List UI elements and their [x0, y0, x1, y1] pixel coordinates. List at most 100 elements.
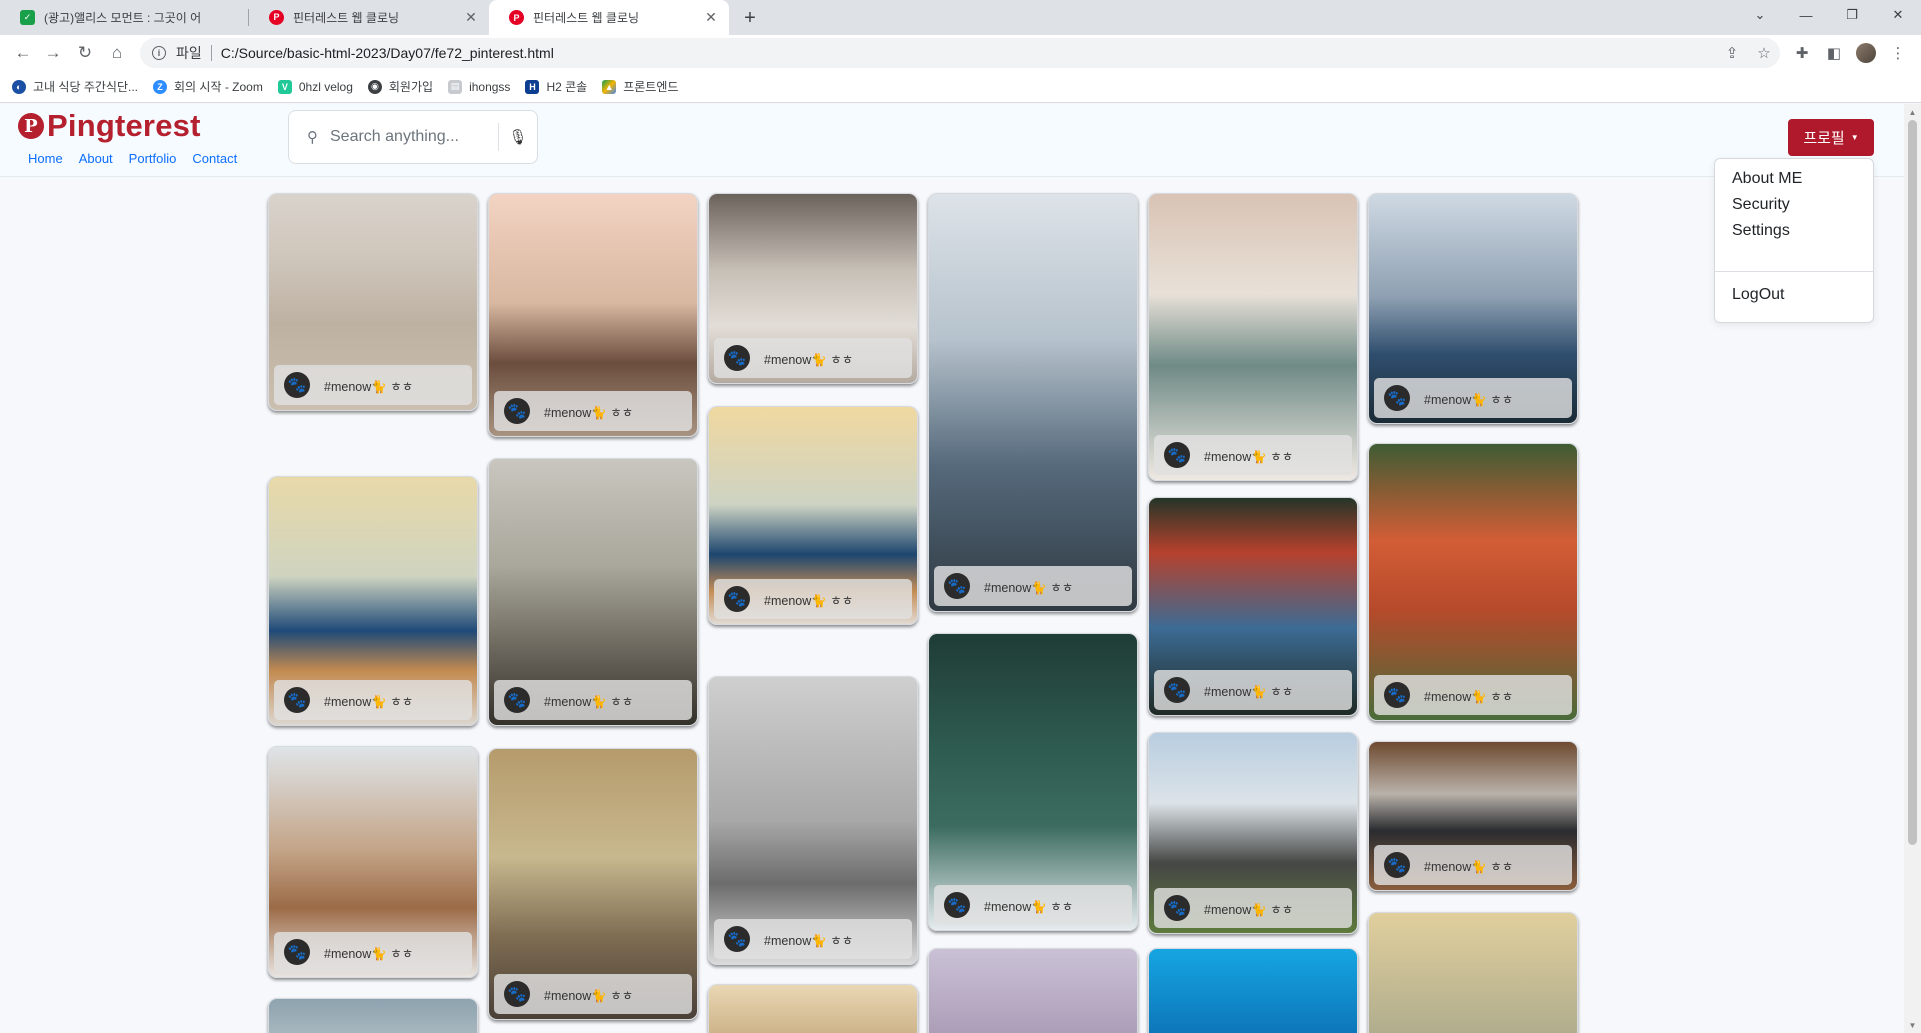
bookmark-label: 프론트엔드 [623, 80, 679, 94]
avatar[interactable] [1853, 38, 1879, 68]
nav-home[interactable]: Home [28, 151, 63, 166]
pin-tag: #menow🐈 ㅎㅎ [544, 405, 634, 420]
browser-tab-2[interactable]: P 핀터레스트 웹 클로닝 ✕ [249, 0, 489, 34]
address-bar[interactable]: i 파일 C:/Source/basic-html-2023/Day07/fe7… [140, 38, 1780, 68]
scroll-up-arrow-icon[interactable]: ▲ [1904, 104, 1921, 120]
pin-card[interactable]: 🐾 #menow🐈 ㅎㅎ [1368, 193, 1578, 424]
pin-card[interactable]: 🐾 #menow🐈 ㅎㅎ [1368, 443, 1578, 721]
paw-icon: 🐾 [504, 398, 530, 424]
web-page: P Pingterest Home About Portfolio Contac… [0, 104, 1904, 1033]
paw-icon: 🐾 [724, 345, 750, 371]
back-arrow-icon[interactable]: ← [10, 40, 36, 66]
extensions-icon[interactable]: ✚ [1789, 38, 1815, 68]
logo-text: Pingterest [47, 108, 201, 143]
tab-title: (광고)앨리스 모먼트 : 그곳이 어 [44, 10, 202, 25]
pin-card[interactable]: 🐾 #menow🐈 ㅎㅎ [1148, 497, 1358, 716]
nav-about[interactable]: About [79, 151, 113, 166]
dropdown-item-security[interactable]: Security [1732, 196, 1790, 214]
pinterest-icon: P [269, 9, 284, 25]
address-divider [210, 45, 212, 61]
site-header: P Pingterest Home About Portfolio Contac… [0, 104, 1904, 177]
dropdown-item-about-me[interactable]: About ME [1732, 170, 1802, 188]
paw-icon: 🐾 [284, 939, 310, 965]
address-url[interactable]: C:/Source/basic-html-2023/Day07/fe72_pin… [221, 45, 554, 61]
pin-card[interactable]: 🐾 #menow🐈 ㅎㅎ [708, 676, 918, 965]
forward-arrow-icon[interactable]: → [40, 40, 66, 66]
bookmark-item[interactable]: V 0hzl velog [277, 79, 353, 94]
bookmark-item[interactable]: ▲ 프론트엔드 [602, 78, 678, 95]
pin-card[interactable] [268, 998, 478, 1033]
dropdown-item-settings[interactable]: Settings [1732, 222, 1790, 240]
star-icon[interactable]: ☆ [1751, 38, 1777, 68]
pin-card[interactable]: 🐾 #menow🐈 ㅎㅎ [268, 476, 478, 726]
shopping-bag-icon: ✓ [20, 9, 35, 25]
pin-card[interactable]: 🐾 #menow🐈 ㅎㅎ [928, 193, 1138, 612]
dropdown-item-logout[interactable]: LogOut [1732, 286, 1784, 304]
info-icon[interactable]: i [152, 46, 166, 60]
pin-card[interactable]: 🐾 #menow🐈 ㅎㅎ [268, 746, 478, 978]
nav-portfolio[interactable]: Portfolio [129, 151, 177, 166]
pin-card[interactable]: 🐾 #menow🐈 ㅎㅎ [488, 748, 698, 1020]
zoom-icon: Z [153, 79, 167, 94]
pin-tag: #menow🐈 ㅎㅎ [984, 899, 1074, 914]
pin-tag: #menow🐈 ㅎㅎ [1424, 392, 1514, 407]
paw-icon: 🐾 [944, 892, 970, 918]
reload-icon[interactable]: ↻ [72, 40, 98, 66]
browser-tab-3-active[interactable]: P 핀터레스트 웹 클로닝 ✕ [489, 0, 729, 35]
pin-tag: #menow🐈 ㅎㅎ [324, 379, 414, 394]
bookmark-item[interactable]: ▤ ihongss [448, 79, 510, 94]
pin-card[interactable]: 🐾 #menow🐈 ㅎㅎ [488, 458, 698, 726]
paw-icon: 🐾 [1384, 385, 1410, 411]
home-icon[interactable]: ⌂ [104, 40, 130, 66]
search-box[interactable]: ⚲ Search anything... 🎙 [288, 110, 538, 164]
new-tab-button[interactable]: + [737, 5, 763, 31]
pin-card[interactable]: 🐾 #menow🐈 ㅎㅎ [1148, 732, 1358, 934]
kebab-menu-icon[interactable]: ⋮ [1885, 38, 1911, 68]
site-logo[interactable]: P Pingterest [18, 108, 201, 144]
profile-dropdown-button[interactable]: 프로필 ▼ [1788, 119, 1874, 156]
paw-icon: 🐾 [284, 687, 310, 713]
page-scrollbar[interactable]: ▲ ▼ [1904, 104, 1921, 1033]
h2-icon: H [525, 79, 540, 94]
scrollbar-thumb[interactable] [1908, 120, 1917, 845]
paw-icon: 🐾 [1384, 682, 1410, 708]
window-close-button[interactable]: ✕ [1875, 0, 1921, 30]
chevron-down-icon[interactable]: ⌄ [1737, 0, 1783, 30]
search-input[interactable]: Search anything... [330, 128, 498, 146]
pin-tag: #menow🐈 ㅎㅎ [1204, 684, 1294, 699]
pin-card[interactable]: 🐾 #menow🐈 ㅎㅎ [708, 193, 918, 384]
microphone-icon[interactable]: 🎙 [499, 128, 537, 146]
close-icon[interactable]: ✕ [463, 9, 479, 25]
side-panel-icon[interactable]: ◧ [1821, 38, 1847, 68]
tab-title: 핀터레스트 웹 클로닝 [533, 11, 640, 25]
pin-card[interactable]: 🐾 #menow🐈 ㅎㅎ [928, 633, 1138, 931]
pin-card[interactable] [708, 984, 918, 1033]
close-icon[interactable]: ✕ [703, 9, 719, 26]
search-icon: ⚲ [307, 129, 318, 146]
pin-card[interactable]: 🐾 #menow🐈 ㅎㅎ [708, 406, 918, 625]
pin-card[interactable]: 🐾 #menow🐈 ㅎㅎ [1368, 741, 1578, 891]
pin-card[interactable] [1368, 912, 1578, 1033]
pin-card[interactable]: 🐾 #menow🐈 ㅎㅎ [268, 193, 478, 411]
pin-card[interactable]: 🐾 #menow🐈 ㅎㅎ [1148, 193, 1358, 481]
pin-tag: #menow🐈 ㅎㅎ [1424, 689, 1514, 704]
share-icon[interactable]: ⇪ [1719, 38, 1745, 68]
bookmark-item[interactable]: H H2 콘솔 [525, 78, 587, 95]
pin-card[interactable]: 🐾 #menow🐈 ㅎㅎ [488, 193, 698, 437]
tab-title: 핀터레스트 웹 클로닝 [293, 10, 400, 25]
minimize-button[interactable]: — [1783, 0, 1829, 30]
bookmark-item[interactable]: ◐ 고내 식당 주간식단... [12, 78, 138, 95]
bookmark-label: 0hzl velog [298, 79, 353, 94]
paw-icon: 🐾 [504, 981, 530, 1007]
site-nav: Home About Portfolio Contact [28, 151, 237, 166]
bookmark-item[interactable]: Z 회의 시작 - Zoom [153, 78, 263, 95]
browser-tab-1[interactable]: ✓ (광고)앨리스 모먼트 : 그곳이 어 [0, 0, 248, 34]
restore-button[interactable]: ❐ [1829, 0, 1875, 30]
nav-contact[interactable]: Contact [192, 151, 237, 166]
bookmark-item[interactable]: ◉ 회원가입 [367, 78, 434, 95]
scroll-down-arrow-icon[interactable]: ▼ [1904, 1017, 1921, 1033]
paw-icon: 🐾 [724, 926, 750, 952]
bookmark-label: 회원가입 [388, 80, 434, 94]
pin-card[interactable] [928, 948, 1138, 1033]
pin-card[interactable] [1148, 948, 1358, 1033]
